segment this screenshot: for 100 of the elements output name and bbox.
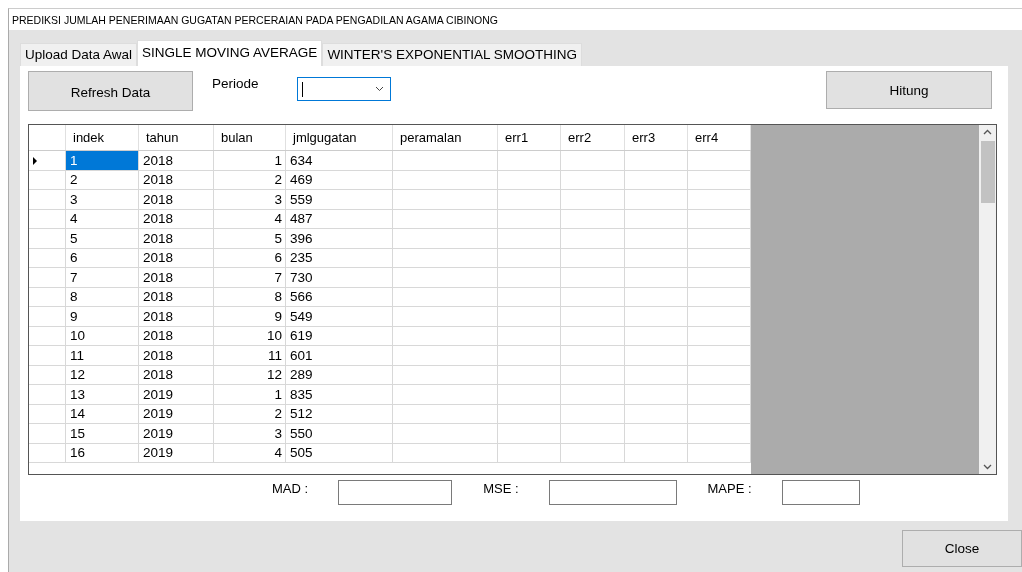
metric-label: MSE : [483,481,519,496]
empty-cell [497,287,561,307]
empty-cell [624,267,688,287]
column-header[interactable]: peramalan [392,125,498,151]
empty-cell [560,287,625,307]
empty-cell [497,306,561,326]
window-title: PREDIKSI JUMLAH PENERIMAAN GUGATAN PERCERAIAN PADA PENGADILAN AGAMA CIBINONG [12,13,499,26]
scrollbar-thumb[interactable] [980,141,995,203]
table-cell: 512 [285,404,393,424]
column-header[interactable]: err1 [497,125,561,151]
empty-cell [560,306,625,326]
column-header[interactable]: jmlgugatan [285,125,393,151]
column-header[interactable]: bulan [213,125,286,151]
table-cell: 1 [213,384,286,404]
periode-dropdown[interactable] [296,77,391,101]
table-cell: 5 [65,228,139,248]
metric-label: MAPE : [707,481,752,496]
empty-cell [497,248,561,268]
table-cell: 7 [65,267,139,287]
scroll-up-icon[interactable] [983,129,992,135]
empty-cell [687,443,751,463]
empty-cell [624,209,688,229]
table-cell: 4 [213,209,286,229]
table-cell: 2018 [138,209,214,229]
empty-cell [624,326,688,346]
empty-cell [687,423,751,443]
empty-cell [624,365,688,385]
table-cell: 11 [213,345,286,365]
tab[interactable]: Upload Data Awal [20,43,138,66]
table-cell: 12 [213,365,286,385]
metric-field[interactable] [338,480,453,505]
table-cell: 2019 [138,384,214,404]
table-cell: 235 [285,248,393,268]
table-cell: 10 [65,326,139,346]
empty-cell [560,443,625,463]
table-cell: 559 [285,189,393,209]
empty-cell [560,228,625,248]
table-cell: 289 [285,365,393,385]
column-header[interactable]: tahun [138,125,214,151]
table-cell: 2019 [138,423,214,443]
empty-cell [624,404,688,424]
table-cell: 487 [285,209,393,229]
empty-cell [497,150,561,170]
empty-cell [497,384,561,404]
column-header[interactable]: err4 [687,125,751,151]
hitung-button[interactable]: Hitung [826,71,992,109]
empty-cell [687,345,751,365]
table-cell: 505 [285,443,393,463]
empty-cell [560,326,625,346]
table-cell: 619 [285,326,393,346]
chevron-down-icon [374,86,384,92]
table-cell: 2 [65,170,139,190]
scroll-down-icon[interactable] [983,464,992,470]
empty-cell [687,384,751,404]
column-header[interactable]: err2 [560,125,625,151]
table-cell: 566 [285,287,393,307]
empty-cell [560,365,625,385]
empty-cell [497,170,561,190]
empty-cell [624,306,688,326]
tab[interactable]: WINTER'S EXPONENTIAL SMOOTHING [322,43,582,66]
empty-cell [560,189,625,209]
row-header[interactable] [29,150,66,170]
empty-cell [687,170,751,190]
table-cell: 550 [285,423,393,443]
table-cell: 2018 [138,170,214,190]
vertical-scrollbar[interactable] [979,125,996,474]
empty-cell [624,287,688,307]
table-cell: 10 [213,326,286,346]
empty-cell [497,365,561,385]
empty-cell [687,150,751,170]
empty-cell [560,209,625,229]
close-button[interactable]: Close [902,530,1022,567]
table-cell: 13 [65,384,139,404]
refresh-button[interactable]: Refresh Data [28,71,193,111]
table-cell: 6 [213,248,286,268]
empty-cell [624,345,688,365]
table-cell: 4 [65,209,139,229]
empty-cell [624,423,688,443]
column-header[interactable]: err3 [624,125,688,151]
table-cell: 469 [285,170,393,190]
empty-cell [497,345,561,365]
metric-label: MAD : [272,481,309,496]
empty-cell [687,287,751,307]
empty-cell [497,443,561,463]
empty-cell [687,209,751,229]
table-cell: 9 [65,306,139,326]
tab[interactable]: SINGLE MOVING AVERAGE [137,40,323,66]
empty-cell [560,150,625,170]
empty-cell [624,189,688,209]
empty-cell [497,404,561,424]
table-cell: 2 [213,170,286,190]
table-cell: 2 [213,404,286,424]
metric-field[interactable] [781,480,860,505]
empty-cell [560,267,625,287]
table-cell: 2018 [138,267,214,287]
table-cell: 835 [285,384,393,404]
table-cell: 5 [213,228,286,248]
column-header[interactable]: indek [65,125,139,151]
table-cell: 3 [65,189,139,209]
metric-field[interactable] [548,480,677,505]
